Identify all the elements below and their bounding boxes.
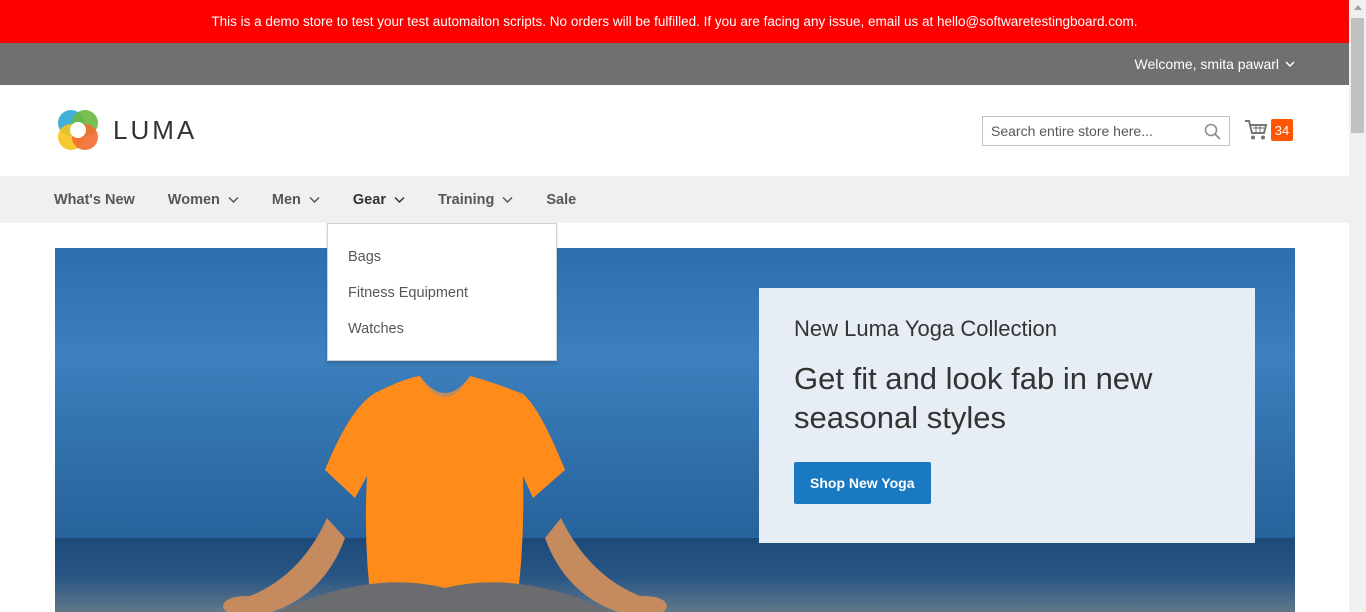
page-scrollbar[interactable] — [1349, 0, 1366, 612]
chevron-down-icon — [309, 196, 320, 204]
scrollbar-thumb[interactable] — [1351, 18, 1364, 133]
nav-item-whats-new[interactable]: What's New — [54, 176, 135, 223]
page-header: LUMA 34 — [0, 85, 1349, 176]
scroll-up-arrow-icon[interactable] — [1354, 5, 1362, 10]
minicart[interactable]: 34 — [1244, 119, 1293, 141]
welcome-text: Welcome, smita pawarl — [1134, 56, 1279, 72]
yoga-model-image — [223, 376, 667, 612]
submenu-item-fitness-equipment[interactable]: Fitness Equipment — [328, 277, 556, 313]
promo-block: New Luma Yoga Collection Get fit and loo… — [759, 288, 1255, 543]
logo-text: LUMA — [113, 114, 198, 145]
nav-item-training[interactable]: Training — [438, 176, 513, 223]
shop-new-yoga-button[interactable]: Shop New Yoga — [794, 462, 931, 504]
nav-item-gear[interactable]: Gear — [353, 176, 405, 223]
chevron-down-icon — [228, 196, 239, 204]
main-navigation: What's New Women Men Gear Training Sale — [0, 176, 1349, 223]
submenu-item-watches[interactable]: Watches — [328, 313, 556, 349]
gear-submenu: Bags Fitness Equipment Watches — [327, 223, 557, 361]
search-input[interactable] — [983, 117, 1209, 145]
chevron-down-icon — [502, 196, 513, 204]
store-logo[interactable]: LUMA — [55, 107, 197, 153]
chevron-down-icon — [1285, 61, 1295, 68]
cart-counter-badge: 34 — [1271, 119, 1293, 141]
search-box — [982, 116, 1230, 146]
demo-notice-text: This is a demo store to test your test a… — [211, 14, 1138, 29]
nav-item-label: What's New — [54, 191, 135, 208]
nav-item-label: Women — [167, 191, 220, 208]
cart-icon — [1245, 120, 1268, 140]
promo-subtitle: New Luma Yoga Collection — [794, 316, 1057, 341]
nav-item-label: Training — [437, 191, 495, 208]
account-panel-bar: Welcome, smita pawarl — [0, 43, 1349, 85]
nav-item-women[interactable]: Women — [168, 176, 239, 223]
customer-welcome-menu[interactable]: Welcome, smita pawarl — [1135, 43, 1295, 85]
nav-item-sale[interactable]: Sale — [546, 176, 576, 223]
promo-headline: Get fit and look fab in new seasonal sty… — [794, 361, 1153, 435]
nav-item-label: Sale — [546, 191, 577, 208]
nav-item-label: Gear — [352, 191, 386, 208]
chevron-down-icon — [394, 196, 405, 204]
search-icon[interactable] — [1204, 123, 1221, 140]
nav-item-label: Men — [271, 191, 301, 208]
submenu-item-bags[interactable]: Bags — [328, 241, 556, 277]
nav-item-men[interactable]: Men — [272, 176, 320, 223]
luma-logo-icon — [58, 110, 98, 150]
demo-notice-bar: This is a demo store to test your test a… — [0, 0, 1349, 43]
